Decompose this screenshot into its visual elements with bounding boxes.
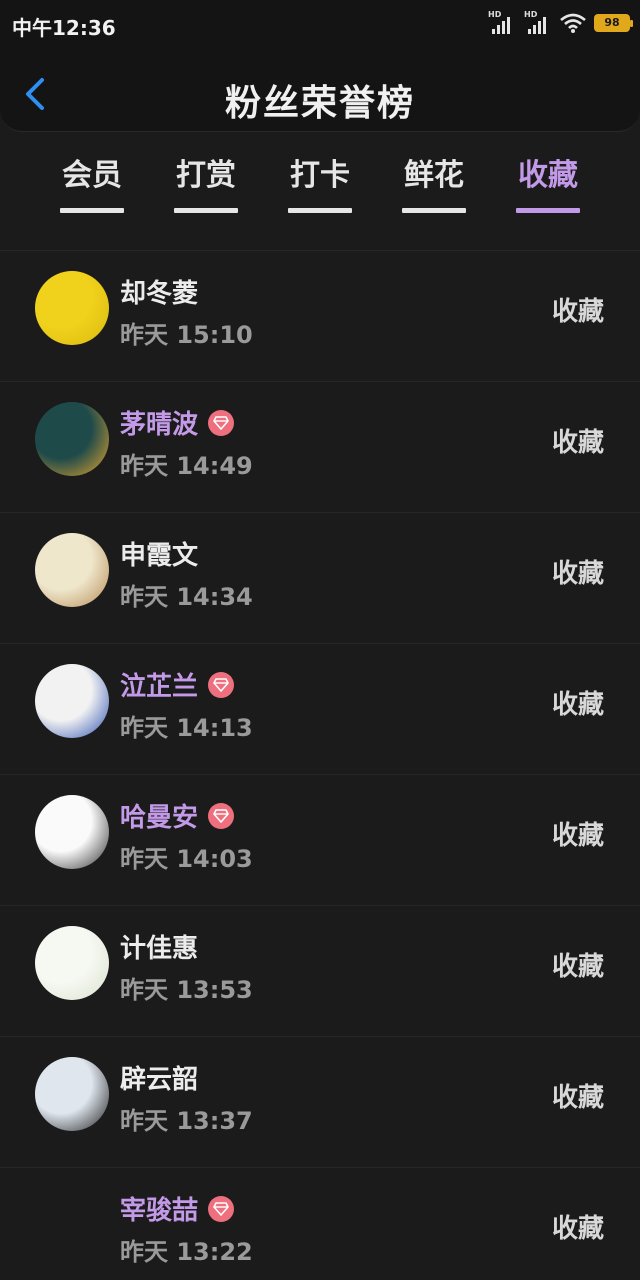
list-item[interactable]: 辟云韶昨天 13:37 收藏 bbox=[0, 1036, 640, 1167]
tab-label: 鲜花 bbox=[404, 158, 464, 193]
list-item[interactable]: 却冬菱昨天 15:10 收藏 bbox=[0, 250, 640, 381]
tab-member[interactable]: 会员 bbox=[52, 150, 132, 213]
wifi-icon bbox=[560, 13, 586, 33]
name-line: 泣芷兰 bbox=[120, 666, 235, 703]
status-icons: HD HD 98 bbox=[488, 10, 633, 34]
list-item[interactable]: 茅晴波昨天 14:49 收藏 bbox=[0, 381, 640, 512]
tab-label: 收藏 bbox=[518, 158, 578, 193]
favorite-action[interactable]: 收藏 bbox=[552, 815, 604, 852]
list-item[interactable]: 泣芷兰昨天 14:13 收藏 bbox=[0, 643, 640, 774]
fan-time: 昨天 14:03 bbox=[120, 845, 253, 873]
status-bar: 中午12:36 HD HD 98 bbox=[0, 0, 640, 50]
tab-underline bbox=[60, 208, 124, 213]
fan-name[interactable]: 却冬菱 bbox=[120, 273, 198, 310]
list-item[interactable]: 计佳惠昨天 13:53 收藏 bbox=[0, 905, 640, 1036]
fan-name[interactable]: 哈曼安 bbox=[120, 797, 198, 834]
avatar[interactable] bbox=[35, 795, 109, 869]
fan-name[interactable]: 宰骏喆 bbox=[120, 1190, 198, 1227]
avatar[interactable] bbox=[35, 402, 109, 476]
tab-underline bbox=[516, 208, 580, 213]
tab-underline bbox=[402, 208, 466, 213]
avatar[interactable] bbox=[35, 271, 109, 345]
avatar[interactable] bbox=[35, 1057, 109, 1131]
fan-name[interactable]: 茅晴波 bbox=[120, 404, 198, 441]
fan-time: 昨天 14:34 bbox=[120, 583, 253, 611]
name-line: 申霞文 bbox=[120, 535, 198, 572]
tab-favorites[interactable]: 收藏 bbox=[508, 150, 588, 213]
name-line: 计佳惠 bbox=[120, 928, 198, 965]
cellular-signal-icon: HD bbox=[488, 10, 516, 34]
diamond-icon bbox=[208, 802, 235, 829]
avatar[interactable] bbox=[35, 664, 109, 738]
name-line: 哈曼安 bbox=[120, 797, 235, 834]
fan-time: 昨天 13:53 bbox=[120, 976, 253, 1004]
tab-underline bbox=[288, 208, 352, 213]
name-line: 宰骏喆 bbox=[120, 1190, 235, 1227]
fan-list: 却冬菱 昨天 15:10 收藏 茅晴波 昨天 14:49 收藏 申霞文 昨天 14:34 收藏泣… bbox=[0, 250, 640, 1280]
list-item[interactable]: 哈曼安昨天 14:03 收藏 bbox=[0, 774, 640, 905]
fan-name[interactable]: 申霞文 bbox=[120, 535, 198, 572]
fan-time: 昨天 13:22 bbox=[120, 1238, 253, 1266]
tab-reward[interactable]: 打赏 bbox=[166, 150, 246, 213]
diamond-icon bbox=[208, 671, 235, 698]
tab-flowers[interactable]: 鲜花 bbox=[394, 150, 474, 213]
diamond-icon bbox=[208, 1195, 235, 1222]
fan-name[interactable]: 计佳惠 bbox=[120, 928, 198, 965]
name-line: 辟云韶 bbox=[120, 1059, 198, 1096]
battery-icon: 98 bbox=[594, 14, 633, 32]
tab-label: 打卡 bbox=[290, 158, 350, 193]
fan-time: 昨天 13:37 bbox=[120, 1107, 253, 1135]
avatar[interactable] bbox=[35, 926, 109, 1000]
header: 粉丝荣誉榜 bbox=[0, 50, 640, 132]
favorite-action[interactable]: 收藏 bbox=[552, 684, 604, 721]
fan-time: 昨天 15:10 bbox=[120, 321, 253, 349]
status-time: 中午12:36 bbox=[12, 16, 116, 40]
favorite-action[interactable]: 收藏 bbox=[552, 553, 604, 590]
page-title: 粉丝荣誉榜 bbox=[224, 83, 415, 124]
tab-label: 会员 bbox=[62, 158, 122, 193]
tab-underline bbox=[174, 208, 238, 213]
favorite-action[interactable]: 收藏 bbox=[552, 1208, 604, 1245]
avatar[interactable] bbox=[35, 533, 109, 607]
fan-name[interactable]: 泣芷兰 bbox=[120, 666, 198, 703]
fan-time: 昨天 14:49 bbox=[120, 452, 253, 480]
favorite-action[interactable]: 收藏 bbox=[552, 291, 604, 328]
diamond-icon bbox=[208, 409, 235, 436]
list-item[interactable]: 申霞文昨天 14:34 收藏 bbox=[0, 512, 640, 643]
tab-label: 打赏 bbox=[176, 158, 236, 193]
fan-time: 昨天 14:13 bbox=[120, 714, 253, 742]
name-line: 茅晴波 bbox=[120, 404, 235, 441]
favorite-action[interactable]: 收藏 bbox=[552, 422, 604, 459]
fan-name[interactable]: 辟云韶 bbox=[120, 1059, 198, 1096]
cellular-signal-icon: HD bbox=[524, 10, 552, 34]
favorite-action[interactable]: 收藏 bbox=[552, 1077, 604, 1114]
favorite-action[interactable]: 收藏 bbox=[552, 946, 604, 983]
tab-checkin[interactable]: 打卡 bbox=[280, 150, 360, 213]
name-line: 却冬菱 bbox=[120, 273, 198, 310]
list-item[interactable]: 宰骏喆昨天 13:22 收藏 bbox=[0, 1167, 640, 1280]
tab-bar: 会员 打赏 打卡 鲜花 收藏 bbox=[0, 150, 640, 214]
